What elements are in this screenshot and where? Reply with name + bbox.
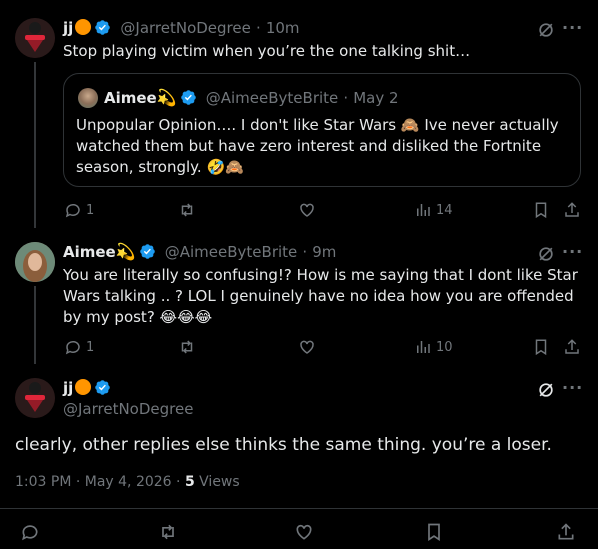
reply-icon <box>22 525 38 541</box>
bookmark-button[interactable] <box>424 522 444 542</box>
bookmark-icon <box>428 523 440 542</box>
quote-header: Aimee💫 @AimeeByteBrite · May 2 <box>104 88 399 107</box>
like-button[interactable] <box>298 338 316 356</box>
views-button[interactable]: 10 <box>414 338 453 356</box>
quoted-tweet[interactable]: Aimee💫 @AimeeByteBrite · May 2 Unpopular… <box>63 73 581 187</box>
avatar-image <box>15 18 55 58</box>
thread-line <box>34 286 36 364</box>
retweet-icon <box>181 203 193 217</box>
more-options-icon[interactable]: ··· <box>562 18 583 37</box>
more-options-icon[interactable]: ··· <box>562 378 583 397</box>
share-icon <box>558 523 574 540</box>
retweet-button[interactable] <box>178 338 196 356</box>
like-button[interactable] <box>294 522 314 542</box>
avatar-image <box>15 242 55 282</box>
separator-dot: · <box>302 243 308 261</box>
dizzy-emoji-icon: 💫 <box>115 242 136 261</box>
orange-circle-icon <box>75 19 92 35</box>
share-icon <box>565 202 579 217</box>
main-tweet-text: clearly, other replies else thinks the s… <box>15 435 552 455</box>
tweet-text: Stop playing victim when you’re the one … <box>63 42 471 60</box>
tweet1-header: jj @JarretNoDegree · 10m <box>63 18 300 37</box>
reply-count: 1 <box>86 202 95 218</box>
quote-text: Unpopular Opinion…. I don't like Star Wa… <box>76 116 559 176</box>
more-options-icon[interactable]: ··· <box>562 242 583 261</box>
author-handle[interactable]: @AimeeByteBrite <box>165 243 298 261</box>
quote-time: May 2 <box>353 89 399 107</box>
orange-circle-icon <box>75 379 92 395</box>
grok-icon[interactable] <box>536 380 556 400</box>
separator-dot: · <box>255 19 261 37</box>
views-label: Views <box>194 474 240 490</box>
tweet-time[interactable]: 9m <box>312 243 336 261</box>
divider <box>0 508 598 509</box>
retweet-icon <box>162 524 174 540</box>
verified-badge-icon <box>95 20 111 35</box>
views-count: 5 <box>184 474 195 490</box>
quote-avatar <box>78 88 98 108</box>
views-icon <box>417 204 430 216</box>
tweet-meta: 1:03 PM · May 4, 2026 · 5 Views <box>15 474 240 490</box>
avatar-aimee[interactable] <box>15 242 55 282</box>
tweet-time[interactable]: 10m <box>266 19 300 37</box>
reply-icon <box>65 340 80 355</box>
reply-count: 1 <box>86 339 95 355</box>
timestamp[interactable]: 1:03 PM · May 4, 2026 · <box>15 474 185 490</box>
quote-author-handle: @AimeeByteBrite <box>205 89 339 107</box>
retweet-icon <box>181 340 193 354</box>
dizzy-emoji-icon: 💫 <box>156 88 177 107</box>
avatar-jj[interactable] <box>15 378 55 418</box>
heart-icon <box>300 203 314 217</box>
views-icon <box>417 341 430 353</box>
share-button[interactable] <box>563 338 581 356</box>
bookmark-icon <box>535 202 547 219</box>
bookmark-button[interactable] <box>532 201 550 219</box>
heart-icon <box>300 340 314 354</box>
bookmark-button[interactable] <box>532 338 550 356</box>
grok-icon[interactable] <box>536 20 556 40</box>
retweet-button[interactable] <box>178 201 196 219</box>
share-icon <box>565 339 579 354</box>
views-button[interactable]: 14 <box>414 201 453 219</box>
author-handle[interactable]: @JarretNoDegree <box>120 19 250 37</box>
grok-icon[interactable] <box>536 244 556 264</box>
tweet-text: You are literally so confusing!? How is … <box>63 266 578 326</box>
thread-line <box>34 62 36 228</box>
avatar-jj[interactable] <box>15 18 55 58</box>
views-count: 14 <box>436 202 453 218</box>
bookmark-icon <box>535 339 547 356</box>
tweet3-name-row: jj <box>63 378 111 397</box>
reply-button[interactable] <box>20 522 40 542</box>
avatar-image <box>15 378 55 418</box>
quote-author-name: Aimee <box>104 89 157 107</box>
views-count: 10 <box>436 339 453 355</box>
reply-button[interactable]: 1 <box>64 338 94 356</box>
author-name[interactable]: jj <box>63 379 73 397</box>
heart-icon <box>296 524 312 540</box>
tweet2-header: Aimee💫 @AimeeByteBrite · 9m <box>63 242 336 261</box>
share-button[interactable] <box>556 522 576 542</box>
retweet-button[interactable] <box>158 522 178 542</box>
author-handle[interactable]: @JarretNoDegree <box>63 400 193 418</box>
reply-button[interactable]: 1 <box>64 201 94 219</box>
separator-dot: · <box>343 89 349 107</box>
verified-badge-icon <box>95 380 111 395</box>
reply-icon <box>65 203 80 218</box>
share-button[interactable] <box>563 201 581 219</box>
author-name[interactable]: Aimee <box>63 243 116 261</box>
verified-badge-icon <box>180 90 196 105</box>
verified-badge-icon <box>139 244 155 259</box>
author-name[interactable]: jj <box>63 19 73 37</box>
like-button[interactable] <box>298 201 316 219</box>
